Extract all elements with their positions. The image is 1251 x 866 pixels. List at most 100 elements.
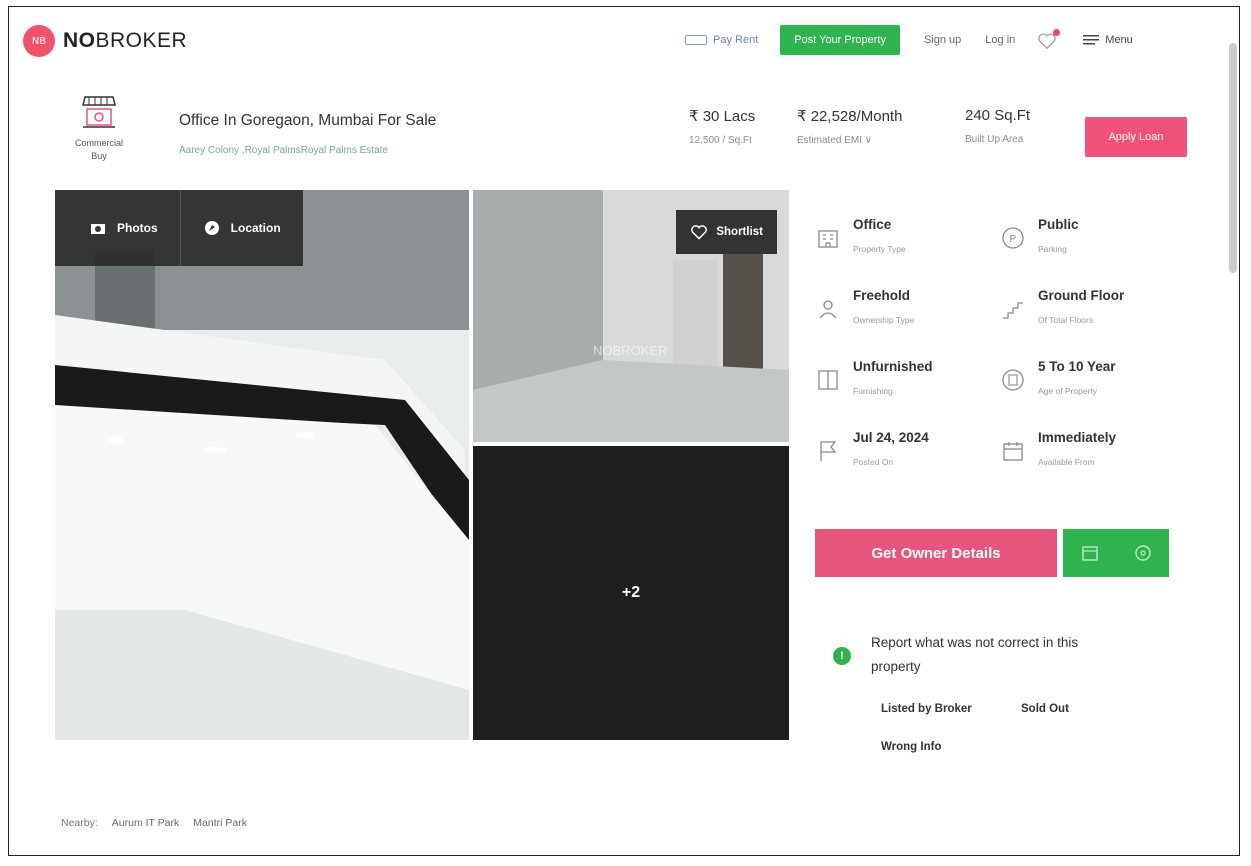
calendar-icon <box>1000 438 1026 464</box>
detail-parking: P Public Parking <box>1000 217 1185 288</box>
detail-label: Property Type <box>853 244 906 254</box>
notification-dot <box>1053 29 1061 36</box>
property-address: Aarey Colony ,Royal PalmsRoyal Palms Est… <box>179 145 388 156</box>
detail-floor: Ground Floor Of Total Floors <box>1000 288 1185 359</box>
listed-by-broker-option[interactable]: Listed by Broker <box>881 703 972 715</box>
photos-tab-label: Photos <box>117 221 158 235</box>
menu-label: Menu <box>1105 34 1133 46</box>
scrollbar-thumb[interactable] <box>1229 43 1237 273</box>
nearby-list: Nearby: Aurum IT Park Mantri Park <box>61 817 247 829</box>
schedule-actions <box>1063 529 1169 577</box>
property-title: Office In Goregaon, Mumbai For Sale <box>179 112 437 129</box>
page-frame: NB NOBROKER Pay Rent Post Your Property … <box>8 6 1240 856</box>
photos-tab[interactable]: Photos <box>55 190 180 266</box>
nearby-place[interactable]: Aurum IT Park <box>112 817 180 829</box>
emi-label: Estimated EMI ∨ <box>797 135 873 146</box>
hamburger-icon <box>1083 35 1100 45</box>
emi-value: ₹ 22,528/Month <box>797 108 903 125</box>
scrollbar[interactable] <box>1227 43 1239 283</box>
property-details: Office Property Type P Public Parking Free… <box>815 217 1195 501</box>
pay-rent-link[interactable]: Pay Rent <box>685 34 758 46</box>
detail-label: Furnishing <box>853 386 893 396</box>
building-icon <box>815 225 841 251</box>
area-block: 240 Sq.Ft Built Up Area <box>965 107 1030 145</box>
category-type: Commercial <box>74 138 123 148</box>
detail-value: Unfurnished <box>853 359 933 374</box>
detail-label: Parking <box>1038 244 1067 254</box>
detail-value: Office <box>853 217 892 232</box>
detail-ownership: Freehold Ownership Type <box>815 288 1000 359</box>
sign-up-link[interactable]: Sign up <box>924 34 961 46</box>
nearby-place[interactable]: Mantri Park <box>193 817 247 829</box>
price-block: ₹ 30 Lacs 12,500 / Sq.Ft <box>689 107 755 146</box>
detail-label: Ownership Type <box>853 315 915 325</box>
detail-value: Public <box>1038 217 1079 232</box>
owner-icon <box>815 296 841 322</box>
property-summary: Commercial Buy Office In Goregaon, Mumba… <box>9 87 1239 182</box>
post-property-button[interactable]: Post Your Property <box>780 25 900 55</box>
main-photo[interactable]: Photos Location <box>55 190 469 740</box>
owner-actions: Get Owner Details <box>815 529 1171 577</box>
detail-value: 5 To 10 Year <box>1038 359 1116 374</box>
more-photos-tile[interactable]: +2 <box>473 446 789 740</box>
detail-value: Ground Floor <box>1038 288 1125 303</box>
detail-posted-on: Jul 24, 2024 Posted On <box>815 430 1000 501</box>
chat-icon[interactable] <box>1134 544 1152 562</box>
report-title: Report what was not correct in this prop… <box>871 635 1079 674</box>
more-photos-count: +2 <box>621 584 641 601</box>
camera-icon <box>91 224 105 234</box>
calendar-icon[interactable] <box>1081 544 1099 562</box>
price-per-sqft: 12,500 / Sq.Ft <box>689 135 752 146</box>
heart-icon <box>691 225 708 240</box>
office-interior-image <box>55 190 469 740</box>
svg-text:P: P <box>1010 234 1017 245</box>
shortlist-button[interactable]: Shortlist <box>676 210 777 254</box>
detail-property-type: Office Property Type <box>815 217 1000 288</box>
detail-value: Immediately <box>1038 430 1117 445</box>
logo-mark-icon: NB <box>23 25 55 57</box>
svg-text:NOBROKER: NOBROKER <box>593 343 667 358</box>
shortlist-label: Shortlist <box>716 226 763 238</box>
photo-tabs: Photos Location <box>55 190 303 266</box>
details-row: Office Property Type P Public Parking <box>815 217 1195 288</box>
location-tab-label: Location <box>230 221 281 235</box>
compass-icon <box>204 221 219 235</box>
info-icon: ! <box>833 647 851 665</box>
detail-label: Available From <box>1038 457 1095 467</box>
header: NB NOBROKER Pay Rent Post Your Property … <box>9 7 1239 77</box>
detail-label: Of Total Floors <box>1038 315 1094 325</box>
sold-out-option[interactable]: Sold Out <box>1021 703 1069 715</box>
shop-icon <box>82 96 116 128</box>
shortlist-heart-icon[interactable] <box>1037 29 1061 50</box>
details-row: Unfurnished Furnishing 5 To 10 Year Age of… <box>815 359 1195 430</box>
log-in-link[interactable]: Log in <box>985 34 1015 46</box>
apply-loan-button[interactable]: Apply Loan <box>1085 117 1187 157</box>
location-tab[interactable]: Location <box>179 190 303 266</box>
emi-block[interactable]: ₹ 22,528/Month Estimated EMI ∨ <box>797 107 902 146</box>
secondary-photo[interactable]: NOBROKER Shortlist <box>473 190 789 442</box>
report-panel: ! Report what was not correct in this pr… <box>815 619 1185 759</box>
furnishing-icon <box>815 367 841 393</box>
detail-label: Age of Property <box>1038 386 1098 396</box>
parking-icon: P <box>1000 225 1026 251</box>
card-icon <box>685 35 707 45</box>
pay-rent-label: Pay Rent <box>713 34 759 46</box>
flag-icon <box>815 438 841 464</box>
category-deal: Buy <box>91 151 107 161</box>
get-owner-details-button[interactable]: Get Owner Details <box>815 529 1057 577</box>
detail-age: 5 To 10 Year Age of Property <box>1000 359 1185 430</box>
detail-value: Freehold <box>853 288 911 303</box>
detail-available-from: Immediately Available From <box>1000 430 1185 501</box>
price-value: ₹ 30 Lacs <box>689 108 756 125</box>
stairs-icon <box>1000 296 1026 322</box>
logo[interactable]: NB NOBROKER <box>23 25 187 57</box>
wrong-info-option[interactable]: Wrong Info <box>881 741 941 753</box>
detail-value: Jul 24, 2024 <box>853 430 929 445</box>
details-row: Freehold Ownership Type Ground Floor Of To… <box>815 288 1195 359</box>
photo-gallery: Photos Location NOBROKER Shortlist +2 <box>55 190 789 740</box>
category-badge: Commercial Buy <box>71 93 127 163</box>
detail-label: Posted On <box>853 457 894 467</box>
menu-button[interactable]: Menu <box>1083 34 1133 46</box>
age-icon <box>1000 367 1026 393</box>
area-value: 240 Sq.Ft <box>965 107 1031 124</box>
